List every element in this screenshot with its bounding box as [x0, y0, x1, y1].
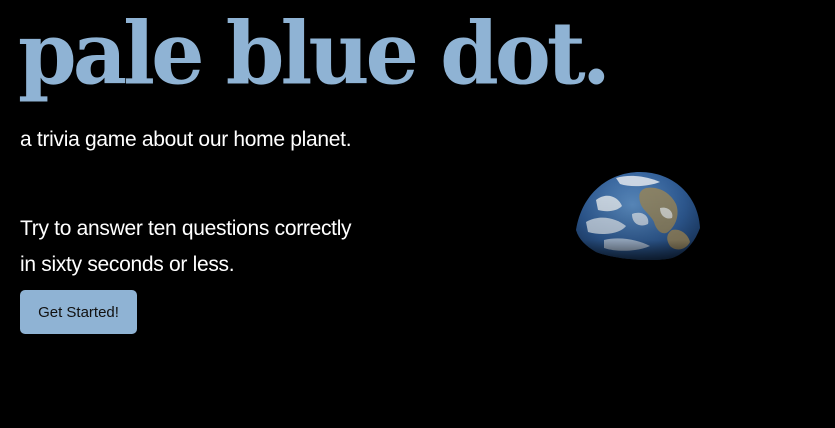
instructions-text: Try to answer ten questions correctly in… — [20, 211, 440, 283]
page-title: pale blue dot. — [18, 1, 611, 104]
instructions-line-2: in sixty seconds or less. — [20, 253, 235, 276]
instructions-line-1: Try to answer ten questions correctly — [20, 217, 352, 240]
start-screen: pale blue dot. a trivia game about our h… — [0, 0, 835, 428]
earth-icon — [576, 172, 700, 260]
get-started-button[interactable]: Get Started! — [20, 290, 137, 334]
page-subtitle: a trivia game about our home planet. — [20, 128, 352, 151]
